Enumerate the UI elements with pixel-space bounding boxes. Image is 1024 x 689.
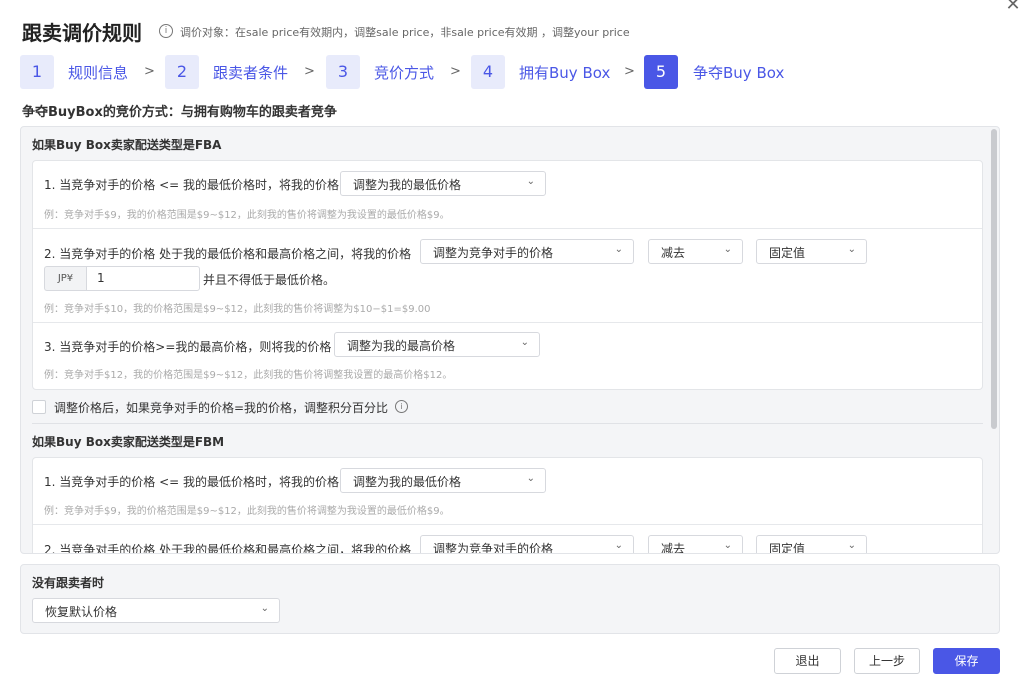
rule-example: 例：竞争对手$12，我的价格范围是$9~$12，此刻我的售价将调整我设置的最高价… — [44, 370, 453, 381]
rule-example: 例：竞争对手$9，我的价格范围是$9~$12，此刻我的售价将调整为我设置的最低价… — [44, 506, 450, 517]
chevron-down-icon: ⌄ — [847, 244, 856, 255]
fba-rule-1: 1. 当竞争对手的价格 <= 我的最低价格时，将我的价格 调整为我的最低价格 ⌄… — [33, 161, 982, 229]
rule-text: 1. 当竞争对手的价格 <= 我的最低价格时，将我的价格 — [44, 178, 340, 192]
no-follower-heading: 没有跟卖者时 — [32, 576, 105, 590]
step-3-label[interactable]: 竞价方式 — [374, 62, 434, 83]
step-separator: > — [304, 64, 315, 79]
chevron-down-icon: ⌄ — [526, 176, 535, 187]
fbm-rule-2: 2. 当竞争对手的价格 处于我的最低价格和最高价格之间，将我的价格 调整为竞争对… — [33, 525, 982, 554]
chevron-down-icon: ⌄ — [260, 603, 269, 614]
scrollbar[interactable] — [991, 129, 997, 429]
step-separator: > — [144, 64, 155, 79]
no-follower-select[interactable]: 恢复默认价格 ⌄ — [32, 598, 280, 623]
points-checkbox[interactable] — [32, 400, 46, 414]
fba-rule3-select[interactable]: 调整为我的最高价格 ⌄ — [334, 332, 540, 357]
select-value: 调整为竞争对手的价格 — [433, 542, 554, 554]
info-icon: i — [159, 24, 173, 38]
select-value: 调整为我的最高价格 — [347, 339, 456, 353]
fba-rules: 1. 当竞争对手的价格 <= 我的最低价格时，将我的价格 调整为我的最低价格 ⌄… — [32, 160, 983, 390]
fba-rule2-select-type[interactable]: 固定值 ⌄ — [756, 239, 867, 264]
select-value: 恢复默认价格 — [45, 605, 118, 619]
rule-text: 1. 当竞争对手的价格 <= 我的最低价格时，将我的价格 — [44, 475, 340, 489]
fbm-rule1-select[interactable]: 调整为我的最低价格 ⌄ — [340, 468, 546, 493]
no-follower-panel: 没有跟卖者时 恢复默认价格 ⌄ — [20, 564, 1000, 634]
step-1-number[interactable]: 1 — [20, 55, 54, 89]
fbm-rule2-select-type[interactable]: 固定值 ⌄ — [756, 535, 867, 554]
step-4-label[interactable]: 拥有Buy Box — [519, 62, 610, 83]
divider — [32, 423, 983, 424]
step-1-label[interactable]: 规则信息 — [68, 62, 128, 83]
header-note: 调价对象：在sale price有效期内，调整sale price，非sale … — [180, 26, 630, 39]
step-3-number[interactable]: 3 — [326, 55, 360, 89]
fba-rule-2: 2. 当竞争对手的价格 处于我的最低价格和最高价格之间，将我的价格 调整为竞争对… — [33, 229, 982, 323]
fba-rule2-select-target[interactable]: 调整为竞争对手的价格 ⌄ — [420, 239, 634, 264]
fbm-heading: 如果Buy Box卖家配送类型是FBM — [32, 435, 225, 449]
info-icon[interactable]: i — [395, 400, 408, 413]
step-5-number[interactable]: 5 — [644, 55, 678, 89]
chevron-down-icon: ⌄ — [614, 540, 623, 551]
adjust-amount-input[interactable]: 1 — [86, 266, 200, 291]
rule-example: 例：竞争对手$9，我的价格范围是$9~$12，此刻我的售价将调整为我设置的最低价… — [44, 210, 450, 221]
select-value: 调整为我的最低价格 — [353, 178, 462, 192]
select-value: 调整为竞争对手的价格 — [433, 246, 554, 260]
select-value: 减去 — [661, 542, 686, 554]
fba-rule2-select-operation[interactable]: 减去 ⌄ — [648, 239, 743, 264]
fbm-rule2-select-operation[interactable]: 减去 ⌄ — [648, 535, 743, 554]
chevron-down-icon: ⌄ — [526, 473, 535, 484]
step-separator: > — [624, 64, 635, 79]
select-value: 固定值 — [769, 542, 806, 554]
rule-example: 例：竞争对手$10，我的价格范围是$9~$12，此刻我的售价将调整为$10−$1… — [44, 304, 431, 315]
step-5-label[interactable]: 争夺Buy Box — [693, 62, 784, 83]
currency-prefix: JP¥ — [44, 266, 86, 291]
fba-rule1-select[interactable]: 调整为我的最低价格 ⌄ — [340, 171, 546, 196]
step-separator: > — [450, 64, 461, 79]
fbm-rule-1: 1. 当竞争对手的价格 <= 我的最低价格时，将我的价格 调整为我的最低价格 ⌄… — [33, 458, 982, 525]
select-value: 固定值 — [769, 246, 806, 260]
points-checkbox-label: 调整价格后，如果竞争对手的价格=我的价格，调整积分百分比 — [54, 401, 389, 415]
fba-rule-3: 3. 当竞争对手的价格>=我的最高价格，则将我的价格 调整为我的最高价格 ⌄ 例… — [33, 323, 982, 389]
fbm-rules: 1. 当竞争对手的价格 <= 我的最低价格时，将我的价格 调整为我的最低价格 ⌄… — [32, 457, 983, 554]
chevron-down-icon: ⌄ — [723, 244, 732, 255]
exit-button[interactable]: 退出 — [774, 648, 841, 674]
chevron-down-icon: ⌄ — [847, 540, 856, 551]
step-2-number[interactable]: 2 — [165, 55, 199, 89]
section-subtitle: 争夺BuyBox的竞价方式：与拥有购物车的跟卖者竞争 — [22, 105, 337, 120]
close-icon[interactable]: ✕ — [1002, 0, 1024, 16]
rule-text: 3. 当竞争对手的价格>=我的最高价格，则将我的价格 — [44, 340, 332, 354]
chevron-down-icon: ⌄ — [520, 337, 529, 348]
rule-suffix: 并且不得低于最低价格。 — [203, 273, 336, 287]
select-value: 减去 — [661, 246, 686, 260]
chevron-down-icon: ⌄ — [614, 244, 623, 255]
prev-step-button[interactable]: 上一步 — [854, 648, 920, 674]
rule-text: 2. 当竞争对手的价格 处于我的最低价格和最高价格之间，将我的价格 — [44, 543, 412, 554]
step-2-label[interactable]: 跟卖者条件 — [213, 62, 288, 83]
chevron-down-icon: ⌄ — [723, 540, 732, 551]
rule-text: 2. 当竞争对手的价格 处于我的最低价格和最高价格之间，将我的价格 — [44, 247, 412, 261]
fba-heading: 如果Buy Box卖家配送类型是FBA — [32, 138, 222, 152]
rules-panel: 如果Buy Box卖家配送类型是FBA 1. 当竞争对手的价格 <= 我的最低价… — [20, 126, 1000, 554]
step-4-number[interactable]: 4 — [471, 55, 505, 89]
stepper: 1 规则信息 > 2 跟卖者条件 > 3 竞价方式 > 4 拥有Buy Box … — [20, 55, 820, 89]
select-value: 调整为我的最低价格 — [353, 475, 462, 489]
fbm-rule2-select-target[interactable]: 调整为竞争对手的价格 ⌄ — [420, 535, 634, 554]
save-button[interactable]: 保存 — [933, 648, 1000, 674]
page-title: 跟卖调价规则 — [22, 21, 142, 45]
